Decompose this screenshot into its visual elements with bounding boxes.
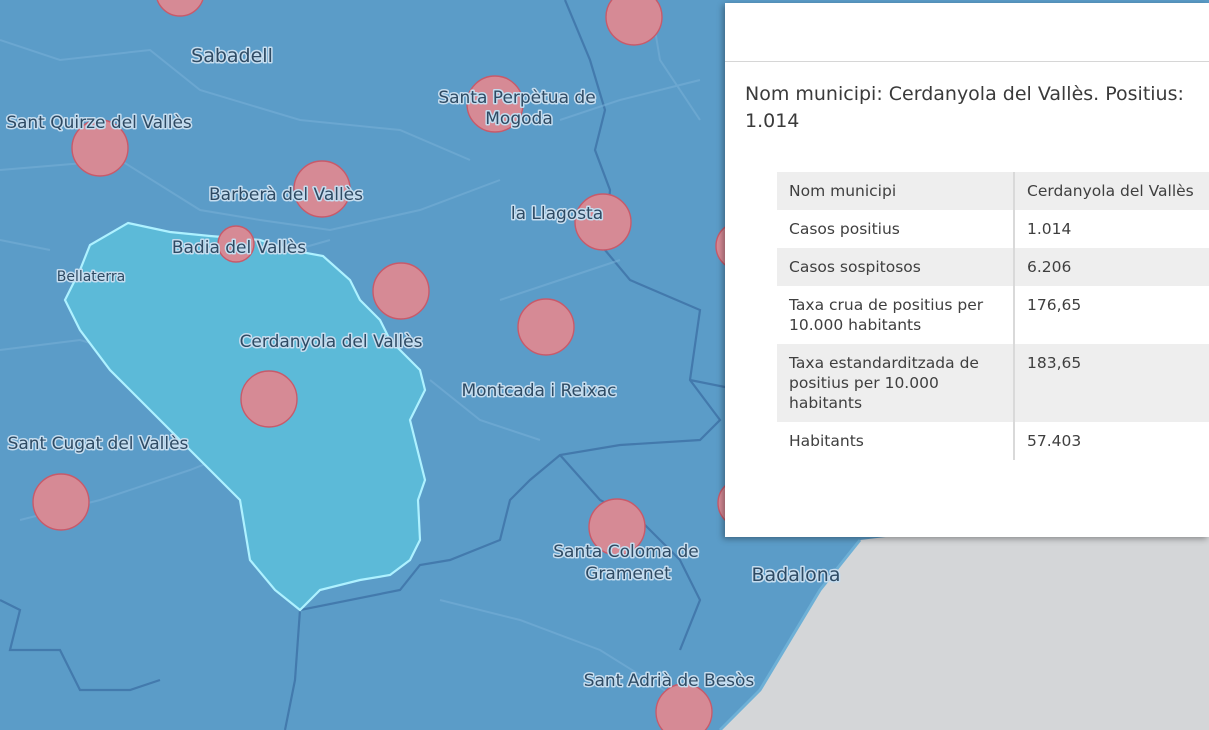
- popup-title: Nom municipi: Cerdanyola del Vallès. Pos…: [745, 81, 1190, 135]
- table-row: Habitants 57.403: [777, 422, 1209, 460]
- attribute-key: Casos sospitosos: [777, 248, 1015, 286]
- attribute-key: Casos positius: [777, 210, 1015, 248]
- table-row: Taxa crua de positius per 10.000 habitan…: [777, 286, 1209, 344]
- label-sant-quirze: Sant Quirze del Vallès: [6, 113, 192, 133]
- table-row: Taxa estandarditzada de positius per 10.…: [777, 344, 1209, 422]
- label-sant-cugat: Sant Cugat del Vallès: [8, 434, 189, 454]
- label-montcada: Montcada i Reixac: [461, 381, 616, 401]
- attribute-key: Nom municipi: [777, 172, 1015, 210]
- attribute-value: Cerdanyola del Vallès: [1027, 182, 1194, 200]
- table-row: Casos sospitosos 6.206: [777, 248, 1209, 286]
- attribute-value: 183,65: [1027, 354, 1082, 372]
- attribute-table: Nom municipi Cerdanyola del Vallès Casos…: [777, 172, 1209, 460]
- label-santa-coloma: Gramenet: [585, 564, 671, 584]
- label-santa-coloma: Santa Coloma de: [553, 542, 699, 562]
- attribute-key: Habitants: [777, 422, 1015, 460]
- case-circle[interactable]: [517, 298, 575, 356]
- table-row: Nom municipi Cerdanyola del Vallès: [777, 172, 1209, 210]
- label-santa-perpetua: Santa Perpètua de: [438, 88, 595, 108]
- attribute-value: 57.403: [1027, 432, 1082, 450]
- label-cerdanyola: Cerdanyola del Vallès: [240, 332, 423, 352]
- label-sabadell: Sabadell: [191, 45, 273, 67]
- label-badia: Badia del Vallès: [172, 238, 306, 258]
- popup-header: [725, 3, 1209, 62]
- attribute-key: Taxa crua de positius per 10.000 habitan…: [777, 286, 1015, 344]
- label-la-llagosta: la Llagosta: [511, 204, 603, 224]
- attribute-key: Taxa estandarditzada de positius per 10.…: [777, 344, 1015, 422]
- label-badalona: Badalona: [752, 564, 841, 586]
- attribute-value: 1.014: [1027, 220, 1072, 238]
- label-bellaterra: Bellaterra: [57, 269, 126, 285]
- attribute-value: 6.206: [1027, 258, 1072, 276]
- table-row: Casos positius 1.014: [777, 210, 1209, 248]
- info-popup[interactable]: Nom municipi: Cerdanyola del Vallès. Pos…: [725, 3, 1209, 537]
- label-santa-perpetua: Mogoda: [485, 109, 552, 129]
- attribute-value: 176,65: [1027, 296, 1082, 314]
- case-circle[interactable]: [240, 370, 298, 428]
- label-barbera: Barberà del Vallès: [209, 185, 363, 205]
- label-sant-adria: Sant Adrià de Besòs: [584, 671, 755, 691]
- case-circle[interactable]: [372, 262, 430, 320]
- popup-title-text: Nom municipi: Cerdanyola del Vallès. Pos…: [745, 83, 1184, 132]
- case-circle[interactable]: [32, 473, 90, 531]
